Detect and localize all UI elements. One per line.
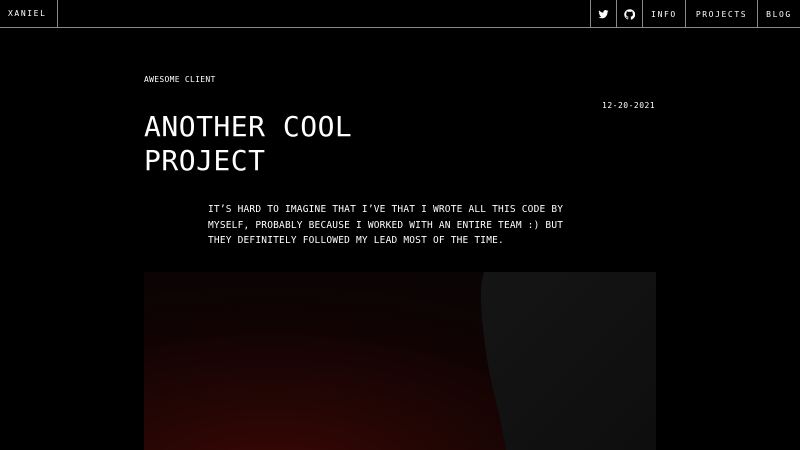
hero-image-artwork — [480, 272, 656, 450]
project-title-line-1: ANOTHER COOL — [144, 110, 353, 143]
project-description: IT’S HARD TO IMAGINE THAT I’VE THAT I WR… — [208, 204, 564, 246]
nav-projects-link[interactable]: PROJECTS — [685, 0, 757, 28]
nav-links: INFO PROJECTS BLOG — [590, 0, 800, 28]
project-title-line-2: PROJECT — [144, 144, 266, 177]
github-icon — [624, 8, 635, 20]
nav-blog-link[interactable]: BLOG — [757, 0, 800, 28]
project-date: 12-20-2021 — [602, 101, 656, 110]
client-label: AWESOME CLIENT — [144, 75, 216, 84]
github-link[interactable] — [616, 0, 642, 28]
page: XANIEL INFO PROJECTS BLOG AWESOME CLIENT… — [0, 0, 800, 450]
top-nav-bar: XANIEL INFO PROJECTS BLOG — [0, 0, 800, 28]
twitter-link[interactable] — [590, 0, 616, 28]
project-hero-image — [144, 272, 656, 450]
twitter-icon — [598, 9, 609, 18]
nav-info-link[interactable]: INFO — [642, 0, 685, 28]
project-title: ANOTHER COOL PROJECT — [144, 110, 444, 178]
brand-logo-link[interactable]: XANIEL — [0, 0, 58, 28]
